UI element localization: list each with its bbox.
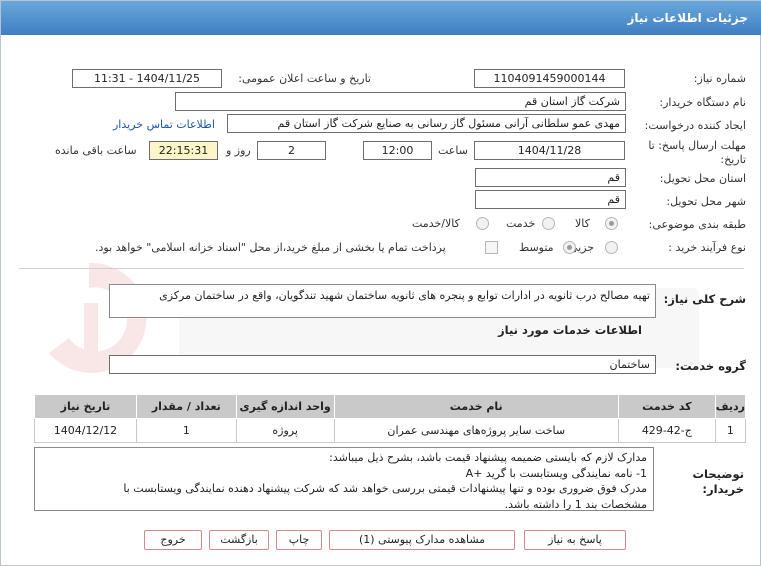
process-minor-radio[interactable]: [605, 241, 618, 254]
service-group-field: ساختمان: [109, 355, 656, 374]
need-number-label: شماره نیاز:: [693, 72, 746, 85]
services-title: اطلاعات خدمات مورد نیاز: [498, 323, 642, 337]
announce-date-field: 1404/11/25 - 11:31: [72, 69, 222, 88]
deadline-label: مهلت ارسال پاسخ: تا: [648, 139, 746, 152]
col-service-code: کد خدمت: [617, 394, 716, 419]
page-header: جزئیات اطلاعات نیاز: [1, 1, 761, 35]
notes-line: مشخصات بند 1 را داشته باشد.: [504, 497, 647, 511]
services-table: ردیف کد خدمت نام خدمت واحد اندازه گیری ت…: [34, 394, 747, 443]
remaining-time-field: 22:15:31: [149, 141, 218, 160]
city-field: قم: [475, 190, 626, 209]
process-label: نوع فرآیند خرید :: [668, 241, 746, 254]
category-goods-radio[interactable]: [605, 217, 618, 230]
col-quantity: تعداد / مقدار: [135, 394, 237, 419]
remaining-time-label: ساعت باقی مانده: [55, 144, 137, 157]
treasury-note: پرداخت تمام یا بخشی از مبلغ خرید،از محل …: [95, 241, 446, 254]
announce-date-label: تاریخ و ساعت اعلان عمومی:: [238, 72, 371, 85]
notes-line: مدارک لازم که بایستی ضمیمه پیشنهاد قیمت …: [329, 451, 647, 464]
process-medium-label: متوسط: [519, 241, 554, 254]
buyer-notes-label: توضیحات خریدار:: [692, 467, 745, 496]
province-field: قم: [475, 168, 626, 187]
cell-need-date: 1404/12/12: [34, 418, 137, 443]
cell-service-code: ج-42-429: [617, 418, 716, 443]
treasury-checkbox[interactable]: [485, 241, 498, 254]
description-field: تهیه مصالح درب ثانویه در ادارات توابع و …: [109, 284, 656, 318]
cell-service-name: ساخت سایر پروژه‌های مهندسی عمران: [333, 418, 619, 443]
cell-row-number: 1: [714, 418, 747, 443]
category-goods-label: کالا: [575, 217, 590, 230]
process-medium-radio[interactable]: [563, 241, 576, 254]
col-row-number: ردیف: [714, 394, 747, 419]
back-button[interactable]: بازگشت: [209, 530, 269, 550]
creator-field: مهدی عمو سلطانی آرانی مسئول گاز رسانی به…: [227, 114, 626, 133]
category-both-radio[interactable]: [476, 217, 489, 230]
buyer-org-field: شرکت گاز استان قم: [175, 92, 626, 111]
buyer-notes-field: مدارک لازم که بایستی ضمیمه پیشنهاد قیمت …: [34, 447, 654, 511]
buyer-contact-link[interactable]: اطلاعات تماس خریدار: [113, 118, 215, 131]
days-label: روز و: [226, 144, 251, 157]
print-button[interactable]: چاپ: [276, 530, 322, 550]
exit-button[interactable]: خروج: [144, 530, 202, 550]
page-frame: جزئیات اطلاعات نیاز شماره نیاز: 11040914…: [0, 0, 761, 566]
notes-line: مدرک فوق ضروری بوده و تنها پیشنهادات قیم…: [123, 482, 647, 495]
col-need-date: تاریخ نیاز: [34, 394, 137, 419]
section-divider: [19, 268, 744, 269]
attachments-button[interactable]: مشاهده مدارک پیوستی (1): [329, 530, 515, 550]
category-service-label: خدمت: [506, 217, 536, 230]
category-label: طبقه بندی موضوعی:: [648, 218, 746, 231]
category-both-label: کالا/خدمت: [412, 217, 460, 230]
deadline-time-field: 12:00: [363, 141, 432, 160]
service-group-label: گروه خدمت:: [675, 359, 746, 373]
deadline-label-2: تاریخ:: [720, 153, 746, 166]
description-label: شرح کلی نیاز:: [663, 292, 746, 306]
need-number-field: 1104091459000144: [474, 69, 625, 88]
col-unit: واحد اندازه گیری: [235, 394, 335, 419]
days-field: 2: [257, 141, 326, 160]
category-service-radio[interactable]: [542, 217, 555, 230]
city-label: شهر محل تحویل:: [666, 195, 746, 208]
table-row: 1 ج-42-429 ساخت سایر پروژه‌های مهندسی عم…: [34, 418, 747, 443]
buyer-org-label: نام دستگاه خریدار:: [659, 96, 746, 109]
reply-button[interactable]: پاسخ به نیاز: [524, 530, 626, 550]
table-header-row: ردیف کد خدمت نام خدمت واحد اندازه گیری ت…: [34, 394, 747, 419]
deadline-date-field: 1404/11/28: [474, 141, 625, 160]
deadline-time-label: ساعت: [438, 144, 468, 157]
creator-label: ایجاد کننده درخواست:: [644, 119, 746, 132]
col-service-name: نام خدمت: [333, 394, 619, 419]
province-label: استان محل تحویل:: [659, 172, 746, 185]
cell-quantity: 1: [135, 418, 237, 443]
notes-line: 1- نامه نمایندگی ویستابست با گرید +A: [465, 466, 647, 480]
cell-unit: پروژه: [235, 418, 335, 443]
